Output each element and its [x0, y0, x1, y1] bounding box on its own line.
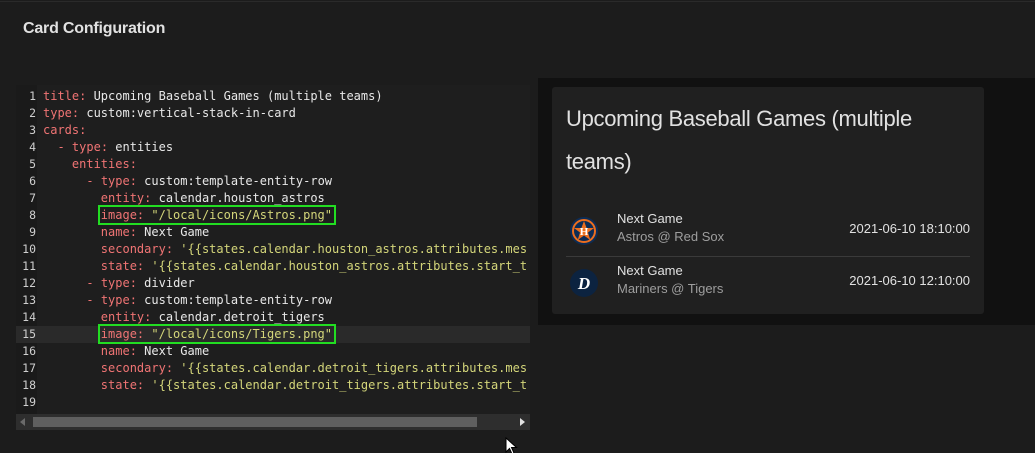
- line-number: 2: [29, 106, 36, 120]
- preview-card: Upcoming Baseball Games (multiple teams)…: [552, 87, 984, 314]
- scroll-left-arrow-icon[interactable]: [20, 418, 25, 426]
- top-divider: [0, 1, 1035, 2]
- scroll-right-arrow-icon[interactable]: [520, 418, 525, 426]
- yaml-code-editor[interactable]: 1 title: Upcoming Baseball Games (multipl…: [16, 85, 530, 414]
- code-text: title: Upcoming Baseball Games (multiple…: [43, 89, 383, 103]
- line-number: 9: [29, 225, 36, 239]
- line-number: 5: [29, 157, 36, 171]
- code-line[interactable]: 16 name: Next Game: [16, 343, 530, 360]
- line-number: 15: [22, 327, 36, 341]
- code-line[interactable]: 2 type: custom:vertical-stack-in-card: [16, 105, 530, 122]
- card-title: Upcoming Baseball Games (multiple teams): [566, 106, 912, 174]
- entity-row-tigers[interactable]: D Next Game Mariners @ Tigers 2021-06-10…: [552, 261, 984, 301]
- astros-logo-icon: H: [570, 217, 598, 245]
- code-text: secondary: '{{states.calendar.detroit_ti…: [100, 361, 528, 375]
- entity-name: Next Game: [617, 211, 683, 226]
- code-line[interactable]: 1 title: Upcoming Baseball Games (multipl…: [16, 88, 530, 105]
- code-text: - type: custom:template-entity-row: [86, 174, 333, 188]
- code-line[interactable]: 6 - type: custom:template-entity-row: [16, 173, 530, 190]
- code-line[interactable]: 19: [16, 394, 530, 411]
- svg-text:D: D: [577, 274, 590, 293]
- scrollbar-thumb[interactable]: [33, 417, 477, 427]
- line-number: 11: [22, 259, 36, 273]
- code-text: name: Next Game: [100, 225, 210, 239]
- image-line-highlight-box: [97, 324, 337, 344]
- mouse-pointer-icon: [505, 437, 518, 453]
- svg-text:H: H: [580, 226, 589, 238]
- editor-horizontal-scrollbar[interactable]: [16, 414, 530, 430]
- line-number: 8: [29, 208, 36, 222]
- code-text: type: custom:vertical-stack-in-card: [43, 106, 296, 120]
- code-line[interactable]: 4 - type: entities: [16, 139, 530, 156]
- line-number: 4: [29, 140, 36, 154]
- line-number: 3: [29, 123, 36, 137]
- code-text: state: '{{states.calendar.houston_astros…: [100, 259, 528, 273]
- line-number: 19: [22, 395, 36, 409]
- line-number: 13: [22, 293, 36, 307]
- code-line[interactable]: 17 secondary: '{{states.calendar.detroit…: [16, 360, 530, 377]
- line-number: 17: [22, 361, 36, 375]
- dialog-title: Card Configuration: [23, 20, 166, 37]
- code-text: cards:: [43, 123, 87, 137]
- row-divider: [566, 256, 970, 257]
- code-line[interactable]: 18 state: '{{states.calendar.detroit_tig…: [16, 377, 530, 394]
- line-number: 10: [22, 242, 36, 256]
- line-number: 18: [22, 378, 36, 392]
- entity-state: 2021-06-10 18:10:00: [849, 221, 970, 236]
- card-configuration-dialog: Card Configuration 1 title: Upcoming Base…: [0, 0, 1035, 453]
- entity-name: Next Game: [617, 263, 683, 278]
- code-line[interactable]: 3 cards:: [16, 122, 530, 139]
- code-line[interactable]: 5 entities:: [16, 156, 530, 173]
- code-text: - type: entities: [57, 140, 174, 154]
- entity-state: 2021-06-10 12:10:00: [849, 273, 970, 288]
- code-text: - type: custom:template-entity-row: [86, 293, 333, 307]
- line-number: 6: [29, 174, 36, 188]
- code-text: entities:: [71, 157, 137, 171]
- entity-secondary: Astros @ Red Sox: [617, 229, 725, 244]
- entity-row-astros[interactable]: H Next Game Astros @ Red Sox 2021-06-10 …: [552, 209, 984, 249]
- line-number: 12: [22, 276, 36, 290]
- code-text: state: '{{states.calendar.detroit_tigers…: [100, 378, 528, 392]
- code-text: name: Next Game: [100, 344, 210, 358]
- code-line[interactable]: 13 - type: custom:template-entity-row: [16, 292, 530, 309]
- line-number: 16: [22, 344, 36, 358]
- entity-secondary: Mariners @ Tigers: [617, 281, 724, 296]
- line-number: 1: [29, 89, 36, 103]
- line-number: 14: [22, 310, 36, 324]
- tigers-logo-icon: D: [570, 269, 598, 297]
- code-line[interactable]: 11 state: '{{states.calendar.houston_ast…: [16, 258, 530, 275]
- code-line[interactable]: 12 - type: divider: [16, 275, 530, 292]
- code-text: secondary: '{{states.calendar.houston_as…: [100, 242, 528, 256]
- code-text: - type: divider: [86, 276, 195, 290]
- code-line[interactable]: 10 secondary: '{{states.calendar.houston…: [16, 241, 530, 258]
- image-line-highlight-box: [97, 205, 337, 225]
- code-line[interactable]: 9 name: Next Game: [16, 224, 530, 241]
- line-number: 7: [29, 191, 36, 205]
